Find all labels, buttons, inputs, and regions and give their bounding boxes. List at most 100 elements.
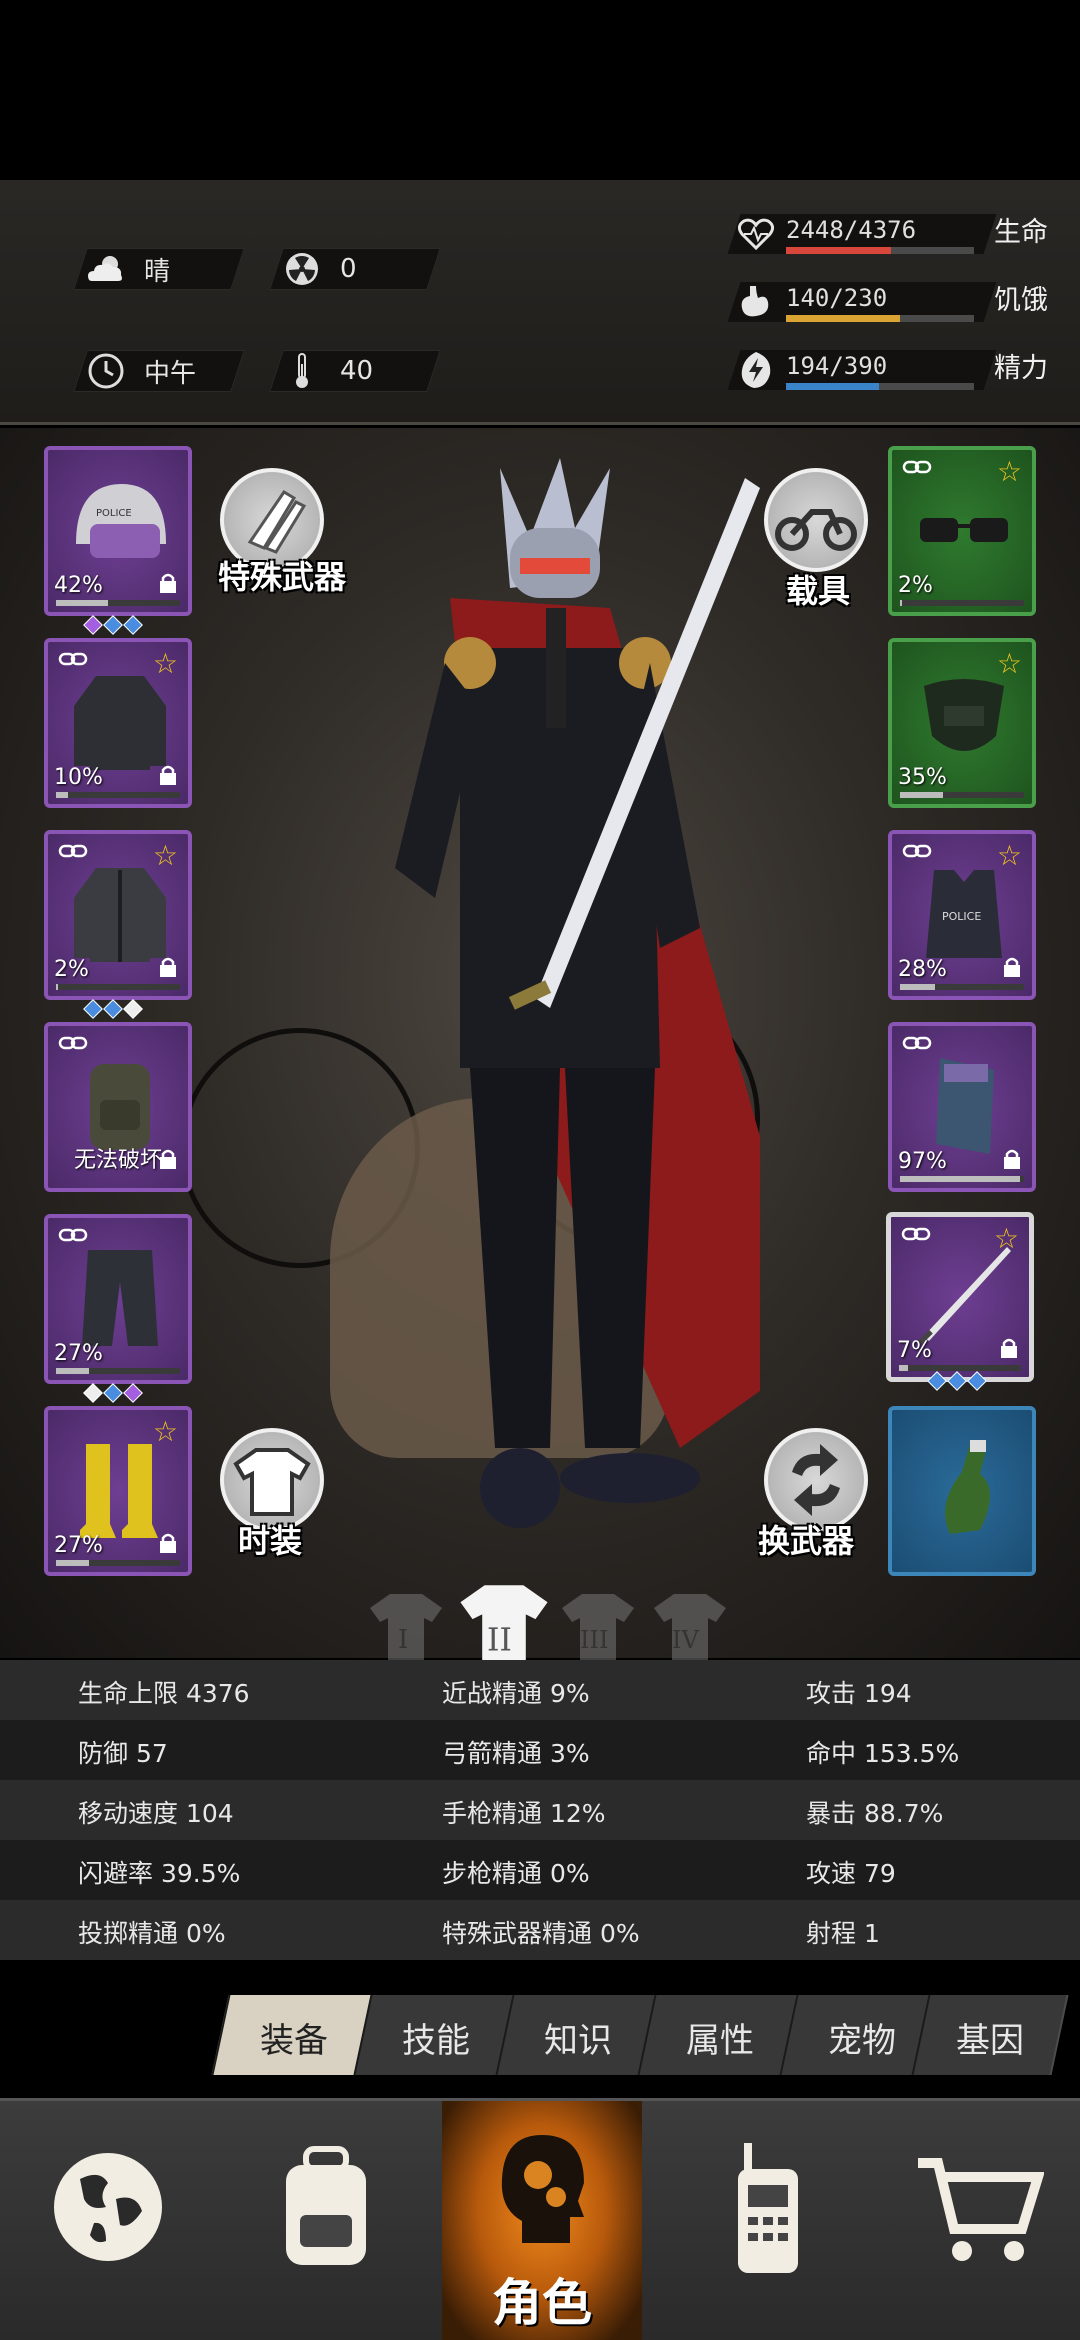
weather-chip: 晴 <box>86 248 170 290</box>
motorcycle-icon <box>775 509 857 551</box>
outfit-set-3[interactable]: III <box>560 1590 636 1662</box>
temperature-chip: 40 <box>282 350 373 392</box>
durability-pct: 27% <box>54 1341 103 1366</box>
stat-cell: 弓箭精通 3% <box>442 1739 590 1768</box>
stat-cell: 特殊武器精通 0% <box>442 1919 640 1948</box>
slot-vest[interactable]: ☆ POLICE 28% <box>888 830 1036 1000</box>
stats-row: 闪避率 39.5% 步枪精通 0% 攻速 79 <box>0 1840 1080 1900</box>
nav-shop[interactable] <box>870 2101 1080 2340</box>
slot-boots[interactable]: ☆ 27% <box>44 1406 192 1576</box>
heart-icon <box>737 218 775 251</box>
tshirt-icon <box>233 1448 311 1516</box>
durability-bar-fill <box>56 984 59 990</box>
energy-value: 194/390 <box>786 352 888 380</box>
slot-glasses[interactable]: ☆ 2% <box>888 446 1036 616</box>
attribute-stats: 生命上限 4376 近战精通 9% 攻击 194 防御 57 弓箭精通 3% 命… <box>0 1660 1080 1970</box>
energy-label: 精力 <box>994 353 1048 384</box>
nav-inventory[interactable] <box>216 2101 432 2340</box>
slot-pants[interactable]: 27% <box>44 1214 192 1384</box>
svg-text:POLICE: POLICE <box>942 910 981 923</box>
nav-character-active[interactable]: 角色 <box>442 2101 642 2340</box>
durability-pct: 7% <box>897 1338 932 1363</box>
outfit-set-2-active[interactable]: II <box>458 1580 550 1668</box>
stats-row: 防御 57 弓箭精通 3% 命中 153.5% <box>0 1720 1080 1780</box>
gem-sockets <box>83 615 143 635</box>
health-label: 生命 <box>994 217 1048 248</box>
energy-stat: 194/390 精力 <box>720 346 1060 396</box>
health-stat: 2448/4376 生命 <box>720 210 1060 260</box>
stat-cell: 闪避率 39.5% <box>78 1859 241 1888</box>
hunger-stat: 140/230 饥饿 <box>720 278 1060 328</box>
slot-throwable[interactable] <box>888 1406 1036 1576</box>
bottom-navigation: 角色 <box>0 2098 1080 2340</box>
stat-cell: 手枪精通 12% <box>442 1799 606 1828</box>
durability-pct: 10% <box>54 765 103 790</box>
durability-bar-fill <box>56 792 69 798</box>
health-value: 2448/4376 <box>786 216 917 244</box>
walkie-talkie-icon <box>738 2143 798 2273</box>
jacket-icon <box>74 868 166 962</box>
nav-world[interactable] <box>0 2101 216 2340</box>
stats-row: 投掷精通 0% 特殊武器精通 0% 射程 1 <box>0 1900 1080 1960</box>
special-weapon-label[interactable]: 特殊武器 <box>218 552 346 598</box>
svg-text:POLICE: POLICE <box>96 508 132 519</box>
durability-bar-fill <box>900 1176 1021 1182</box>
durability-bar-fill <box>56 1368 90 1374</box>
durability-pct: 42% <box>54 573 103 598</box>
weather-label: 晴 <box>144 256 171 287</box>
slot-backpack[interactable]: 无法破坏 <box>44 1022 192 1192</box>
fashion-label[interactable]: 时装 <box>238 1516 302 1562</box>
gem-sockets <box>83 1383 143 1403</box>
outfit-set-numeral: I <box>398 1625 408 1655</box>
gem-sockets <box>927 1371 987 1391</box>
clock-icon <box>86 351 126 391</box>
slot-shield[interactable]: 97% <box>888 1022 1036 1192</box>
vehicle-label[interactable]: 载具 <box>786 566 850 612</box>
stat-cell: 暴击 88.7% <box>806 1799 944 1828</box>
radiation-chip: 0 <box>282 248 357 290</box>
tab-genes-label[interactable]: 基因 <box>916 2013 1064 2062</box>
thermometer-icon <box>282 351 322 391</box>
durability-pct: 28% <box>898 957 947 982</box>
tab-equipment-label[interactable]: 装备 <box>220 2013 368 2062</box>
tab-attributes-label[interactable]: 属性 <box>646 2013 794 2062</box>
nav-character-label[interactable]: 角色 <box>442 2263 642 2335</box>
gem-sockets <box>83 999 143 1019</box>
time-chip: 中午 <box>86 350 196 392</box>
energy-icon <box>741 352 771 388</box>
lock-icon <box>160 765 176 785</box>
tab-skills-label[interactable]: 技能 <box>362 2013 510 2062</box>
swap-icon <box>792 1444 840 1516</box>
durability-pct: 2% <box>54 957 89 982</box>
switch-weapon-label[interactable]: 换武器 <box>758 1516 854 1562</box>
outfit-set-4[interactable]: IV <box>652 1590 728 1662</box>
outfit-set-numeral: III <box>580 1626 608 1654</box>
lock-icon <box>1004 1149 1020 1169</box>
slot-weapon-selected[interactable]: ☆ 7% <box>886 1212 1034 1382</box>
pants-icon <box>82 1250 158 1346</box>
vehicle-button[interactable] <box>764 468 868 572</box>
outfit-set-numeral: II <box>487 1623 512 1659</box>
hunger-bar-fill <box>786 315 901 322</box>
character-tabs: 装备 技能 知识 属性 宠物 基因 <box>200 1995 1070 2075</box>
police-helmet-icon: POLICE <box>76 484 166 558</box>
lock-icon <box>1001 1338 1017 1358</box>
slot-helmet[interactable]: POLICE 42% <box>44 446 192 616</box>
character-scene: POLICE 42% ☆ 10% ☆ 2% 无法破坏 27% ☆ 27% ☆ 2… <box>0 428 1080 1658</box>
shield-icon <box>936 1058 994 1154</box>
katana-icon <box>917 1247 1011 1345</box>
character-figure <box>395 458 760 1528</box>
tab-knowledge-label[interactable]: 知识 <box>504 2013 652 2062</box>
nav-radio[interactable] <box>660 2101 876 2340</box>
stat-cell: 生命上限 4376 <box>78 1679 250 1708</box>
durability-pct: 2% <box>898 573 933 598</box>
slot-jacket[interactable]: ☆ 2% <box>44 830 192 1000</box>
durability-bar-fill <box>56 1560 90 1566</box>
stomach-icon <box>741 286 769 317</box>
slot-sweater[interactable]: ☆ 10% <box>44 638 192 808</box>
durability-pct: 97% <box>898 1149 947 1174</box>
tab-pets-label[interactable]: 宠物 <box>788 2013 936 2062</box>
outfit-set-1[interactable]: I <box>368 1590 444 1662</box>
globe-icon <box>54 2153 162 2261</box>
slot-mask[interactable]: ☆ 35% <box>888 638 1036 808</box>
